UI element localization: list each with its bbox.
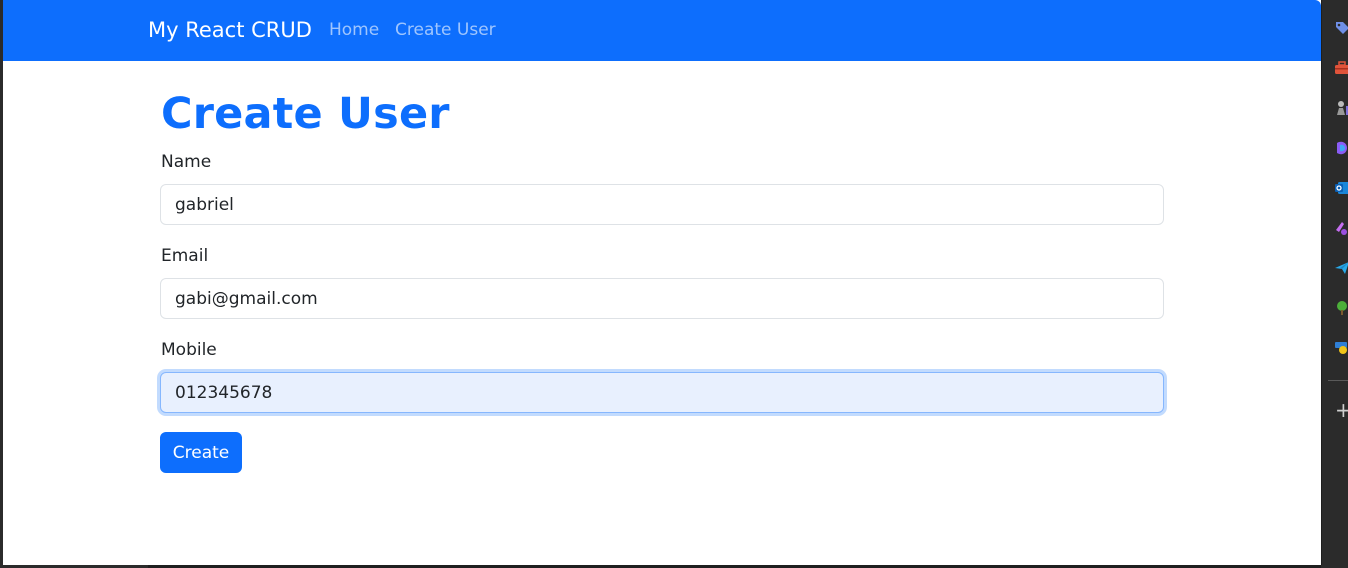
- chess-icon[interactable]: [1334, 100, 1348, 116]
- name-input[interactable]: [160, 184, 1164, 225]
- navbar: My React CRUD Home Create User: [0, 0, 1321, 61]
- tree-icon[interactable]: [1334, 300, 1348, 316]
- tag-icon[interactable]: [1334, 20, 1348, 36]
- mobile-label: Mobile: [161, 340, 217, 360]
- create-button[interactable]: Create: [160, 432, 242, 473]
- name-label: Name: [161, 152, 212, 172]
- add-icon[interactable]: +: [1335, 398, 1348, 422]
- email-input[interactable]: [160, 278, 1164, 319]
- page-title: Create User: [161, 89, 450, 139]
- nav-link-create-user[interactable]: Create User: [395, 19, 496, 41]
- copilot-icon[interactable]: [1334, 140, 1348, 156]
- drop-icon[interactable]: [1334, 340, 1348, 356]
- email-label: Email: [161, 246, 209, 266]
- send-icon[interactable]: [1334, 260, 1348, 276]
- browser-viewport: My React CRUD Home Create User Create Us…: [0, 0, 1322, 565]
- toolbox-icon[interactable]: [1334, 60, 1348, 76]
- outlook-icon[interactable]: [1334, 180, 1348, 196]
- mobile-input[interactable]: [160, 372, 1164, 413]
- side-panel-divider: [1328, 380, 1348, 381]
- browser-side-panel: +: [1322, 0, 1348, 568]
- nav-link-home[interactable]: Home: [329, 19, 379, 41]
- window-left-edge: [0, 0, 3, 568]
- games-icon[interactable]: [1334, 220, 1348, 236]
- navbar-brand[interactable]: My React CRUD: [148, 16, 312, 44]
